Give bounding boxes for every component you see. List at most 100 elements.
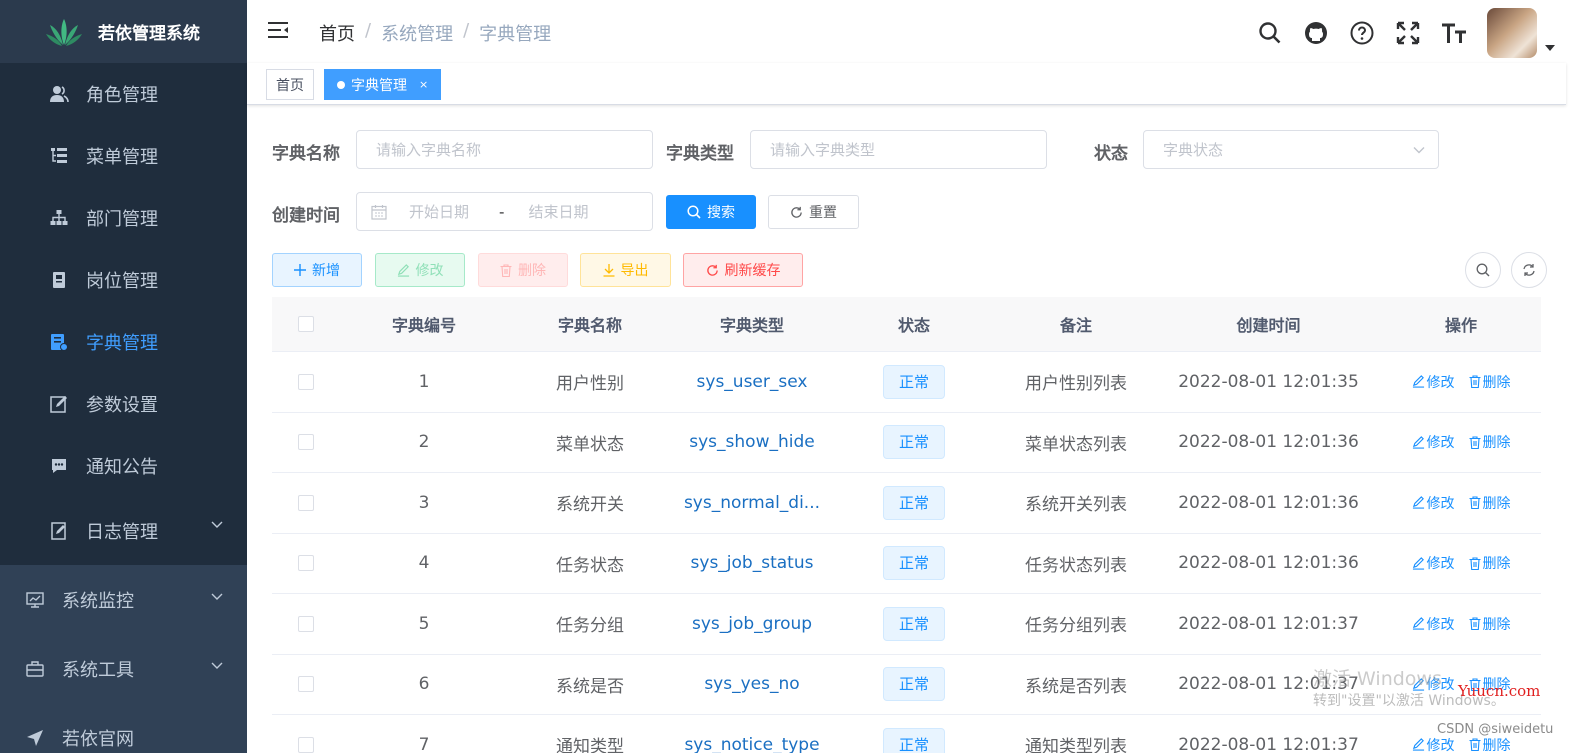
export-button[interactable]: 导出 [580,253,671,287]
row-checkbox[interactable] [298,555,314,572]
dict-type-link[interactable]: sys_notice_type [672,735,832,753]
chevron-down-icon [211,662,223,669]
row-delete-button[interactable]: 删除 [1469,735,1511,753]
column-header-created[interactable]: 创建时间 [1156,312,1381,336]
row-checkbox[interactable] [298,736,314,753]
sidebar-item-tool[interactable]: 系统工具 [0,634,247,703]
add-button[interactable]: 新增 [272,253,362,287]
row-edit-button[interactable]: 修改 [1412,372,1455,392]
row-delete-button[interactable]: 删除 [1469,493,1511,513]
sidebar-item-dict[interactable]: 字典管理 [0,311,247,373]
dict-type-input[interactable]: 请输入字典类型 [750,130,1047,169]
row-delete-button[interactable]: 删除 [1469,553,1511,573]
row-checkbox[interactable] [298,615,314,632]
hamburger-icon[interactable] [267,20,289,40]
sidebar-item-label: 字典管理 [86,333,158,354]
tag-dict[interactable]: 字典管理 × [324,69,442,100]
caret-down-icon[interactable] [1545,45,1555,51]
close-icon[interactable]: × [419,78,428,91]
select-all-checkbox[interactable] [298,316,314,332]
sidebar-item-label: 角色管理 [86,85,158,106]
avatar[interactable] [1487,8,1537,58]
row-edit-button[interactable]: 修改 [1412,432,1455,452]
tag-label: 首页 [276,77,304,94]
toggle-search-button[interactable] [1465,252,1501,288]
row-delete-button[interactable]: 删除 [1469,614,1511,634]
row-edit-label: 修改 [1426,556,1455,573]
sidebar-item-config[interactable]: 参数设置 [0,373,247,435]
tag-home[interactable]: 首页 [266,69,314,100]
delete-button[interactable]: 删除 [478,253,568,287]
breadcrumb-separator: / [463,20,470,41]
row-checkbox[interactable] [298,494,314,511]
sidebar-item-log[interactable]: 日志管理 [0,497,247,565]
table-row[interactable]: 5 任务分组 sys_job_group 正常 任务分组列表 2022-08-0… [272,594,1541,655]
row-edit-button[interactable]: 修改 [1412,735,1455,753]
row-checkbox[interactable] [298,434,314,451]
sidebar-item-role[interactable]: 角色管理 [0,63,247,125]
question-icon[interactable] [1349,20,1375,46]
monitor-icon [24,589,46,611]
row-delete-label: 删除 [1482,374,1511,391]
sidebar-item-post[interactable]: 岗位管理 [0,249,247,311]
status-badge: 正常 [882,364,945,399]
column-header-id[interactable]: 字典编号 [340,312,508,336]
row-edit-button[interactable]: 修改 [1412,493,1455,513]
refresh-cache-button[interactable]: 刷新缓存 [683,253,803,287]
column-header-status[interactable]: 状态 [832,312,996,336]
navbar-right-menu [1257,8,1555,58]
dict-name-cell: 系统开关 [556,495,624,516]
tree-icon [48,207,70,229]
row-edit-button[interactable]: 修改 [1412,614,1455,634]
table-row[interactable]: 7 通知类型 sys_notice_type 正常 通知类型列表 2022-08… [272,715,1541,753]
select-cell [272,676,340,693]
font-size-icon[interactable] [1441,20,1467,46]
dict-type-link[interactable]: sys_show_hide [672,432,832,452]
row-checkbox[interactable] [298,676,314,693]
sidebar-item-notice[interactable]: 通知公告 [0,435,247,497]
sidebar-item-dept[interactable]: 部门管理 [0,187,247,249]
edit-button[interactable]: 修改 [375,253,465,287]
column-header-type[interactable]: 字典类型 [672,312,832,336]
end-date-placeholder[interactable]: 结束日期 [528,201,588,222]
column-header-remark[interactable]: 备注 [996,312,1156,336]
dict-type-link[interactable]: sys_yes_no [672,674,832,694]
table-row[interactable]: 3 系统开关 sys_normal_di... 正常 系统开关列表 2022-0… [272,473,1541,534]
row-edit-button[interactable]: 修改 [1412,553,1455,573]
row-delete-button[interactable]: 删除 [1469,432,1511,452]
row-checkbox[interactable] [298,373,314,390]
refresh-table-button[interactable] [1511,252,1547,288]
sidebar-item-menu[interactable]: 菜单管理 [0,125,247,187]
message-icon [48,455,70,477]
dict-id-cell: 2 [418,432,430,453]
delete-icon [1469,496,1480,510]
dict-type-link[interactable]: sys_user_sex [672,372,832,392]
dict-type-link[interactable]: sys_job_group [672,614,832,634]
delete-icon [1469,617,1480,631]
github-icon[interactable] [1303,20,1329,46]
dict-type-link[interactable]: sys_job_status [672,553,832,573]
date-range-picker[interactable]: 开始日期 - 结束日期 [356,192,653,231]
column-header-name[interactable]: 字典名称 [508,312,672,336]
row-edit-label: 修改 [1426,737,1455,753]
reset-button[interactable]: 重置 [768,195,859,229]
dict-name-input[interactable]: 请输入字典名称 [356,130,653,169]
breadcrumb-home[interactable]: 首页 [319,20,355,46]
table-row[interactable]: 4 任务状态 sys_job_status 正常 任务状态列表 2022-08-… [272,534,1541,594]
select-cell [272,434,340,451]
search-icon[interactable] [1257,20,1283,46]
table-row[interactable]: 2 菜单状态 sys_show_hide 正常 菜单状态列表 2022-08-0… [272,413,1541,473]
dict-type-link[interactable]: sys_normal_di... [672,493,832,513]
row-delete-button[interactable]: 删除 [1469,372,1511,392]
status-select[interactable]: 字典状态 [1143,130,1439,169]
status-badge: 正常 [882,425,945,460]
plus-icon [294,264,306,276]
table-row[interactable]: 1 用户性别 sys_user_sex 正常 用户性别列表 2022-08-01… [272,352,1541,413]
sidebar-item-label: 参数设置 [86,395,158,416]
search-button[interactable]: 搜索 [666,195,756,229]
fullscreen-icon[interactable] [1395,20,1421,46]
sidebar-item-guide[interactable]: 若依官网 [0,703,247,753]
sidebar-item-monitor[interactable]: 系统监控 [0,565,247,634]
sidebar-logo[interactable]: 若依管理系统 [0,0,247,63]
start-date-placeholder[interactable]: 开始日期 [409,201,469,222]
